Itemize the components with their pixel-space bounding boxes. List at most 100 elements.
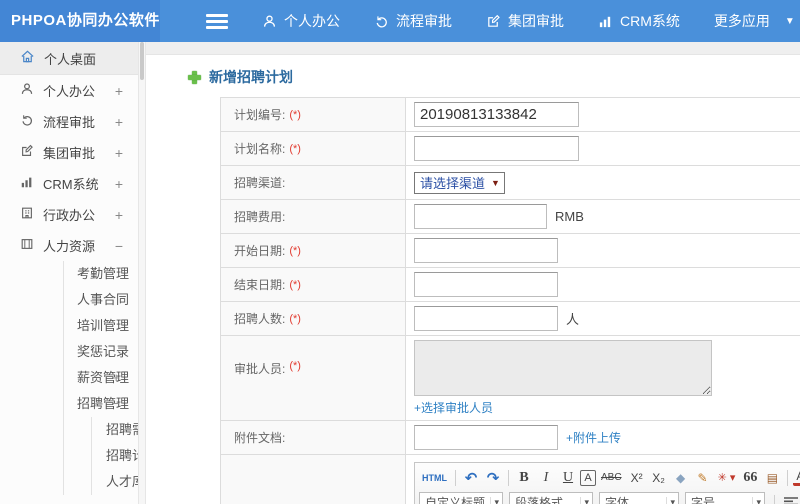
person-icon — [20, 82, 34, 99]
field-label: 附件文档: — [234, 431, 286, 445]
attachment-upload-link[interactable]: +附件上传 — [566, 429, 621, 446]
caret-down-icon: ▼ — [784, 15, 795, 27]
headcount-input[interactable] — [414, 306, 558, 331]
sidebar-item-talent-pool[interactable]: 人才库 — [92, 469, 145, 495]
font-size-select[interactable]: 字号 ▾ — [685, 492, 765, 504]
redo-icon[interactable]: ↷ — [483, 468, 503, 488]
toolbar-separator — [787, 469, 789, 486]
form-row-headcount: 招聘人数: (*) 人 — [221, 302, 800, 336]
subscript-button[interactable]: X₂ — [649, 468, 669, 488]
select-approvers-link[interactable]: +选择审批人员 — [414, 399, 493, 416]
sidebar-item-rewards[interactable]: 奖惩记录 — [64, 339, 138, 365]
end-date-input[interactable] — [414, 272, 558, 297]
italic-button[interactable]: I — [536, 468, 556, 488]
caret-down-icon: ▾ — [752, 497, 761, 504]
sidebar-item-admin-office[interactable]: 行政办公 + — [0, 199, 138, 230]
workflow-icon — [374, 14, 389, 29]
required-marker: (*) — [289, 312, 301, 325]
toolbar-separator — [508, 469, 509, 486]
editor-toolbar: HTML ↶ ↷ B I U A ABC X² X₂ ◆ ✎ ✳ ▾ 66 ▤ … — [415, 463, 800, 504]
sidebar-item-recruit-plan[interactable]: 招聘计划 — [92, 443, 158, 469]
plan-code-input[interactable] — [414, 102, 579, 127]
fee-input[interactable] — [414, 204, 547, 229]
sidebar-item-personal-office[interactable]: 个人办公 + — [0, 75, 138, 106]
underline-button[interactable]: U — [558, 468, 578, 488]
caret-down-icon: ▾ — [490, 497, 499, 504]
field-label: 结束日期: — [234, 278, 286, 292]
channel-select[interactable]: 请选择渠道 ▼ — [414, 171, 505, 194]
expand-icon[interactable]: + — [112, 365, 120, 391]
caret-down-icon: ▾ — [666, 497, 675, 504]
sidebar-item-crm[interactable]: CRM系统 + — [0, 168, 138, 199]
expand-icon[interactable]: + — [115, 83, 123, 99]
font-color-button[interactable]: A ▾ — [793, 469, 800, 486]
sidebar-item-recruitment[interactable]: 招聘管理 − — [64, 391, 138, 417]
html-source-button[interactable]: HTML — [419, 468, 450, 488]
required-marker: (*) — [289, 360, 301, 372]
superscript-button[interactable]: X² — [627, 468, 647, 488]
top-menu-group-approval[interactable]: 集团审批 — [486, 11, 564, 31]
sidebar-item-personal-desktop[interactable]: 个人桌面 — [0, 42, 138, 75]
sidebar-item-attendance[interactable]: 考勤管理 — [64, 261, 138, 287]
expand-icon[interactable]: + — [115, 176, 123, 192]
main-content: 新增招聘计划 计划编号: (*) 计划名称: (*) — [146, 42, 800, 504]
field-label: 招聘渠道: — [234, 176, 286, 190]
headcount-unit: 人 — [566, 312, 580, 327]
strikethrough-button[interactable]: ABC — [598, 468, 625, 488]
top-menu-more-apps[interactable]: 更多应用 ▼ — [714, 11, 795, 31]
bold-button[interactable]: B — [514, 468, 534, 488]
align-left-icon[interactable] — [780, 493, 800, 504]
workflow-icon — [20, 113, 34, 130]
form-row-editor: HTML ↶ ↷ B I U A ABC X² X₂ ◆ ✎ ✳ ▾ 66 ▤ … — [221, 455, 800, 504]
field-label: 审批人员: — [234, 362, 286, 376]
scrollbar-thumb[interactable] — [140, 42, 144, 80]
sidebar: 个人桌面 个人办公 + 流程审批 + 集团审批 + CRM系统 + 行政办公 + — [0, 42, 158, 504]
edit-icon — [20, 144, 34, 161]
paste-text-icon[interactable]: ▤ — [762, 468, 782, 488]
sidebar-item-group-approval[interactable]: 集团审批 + — [0, 137, 138, 168]
top-menu-personal-office[interactable]: 个人办公 — [262, 11, 340, 31]
start-date-input[interactable] — [414, 238, 558, 263]
approvers-textarea[interactable] — [414, 340, 712, 396]
bar-chart-icon — [20, 175, 34, 192]
top-menu-crm[interactable]: CRM系统 — [598, 11, 680, 31]
expand-icon[interactable]: + — [115, 145, 123, 161]
auto-typeset-icon[interactable]: ✳ ▾ — [715, 468, 739, 488]
plan-name-input[interactable] — [414, 136, 579, 161]
font-family-select[interactable]: 字体 ▾ — [599, 492, 679, 504]
collapse-icon[interactable]: − — [115, 238, 123, 254]
hamburger-menu-icon[interactable] — [206, 13, 228, 29]
field-label: 计划名称: — [234, 142, 286, 156]
expand-icon[interactable]: + — [115, 114, 123, 130]
recruitment-submenu: 招聘需求 招聘计划 人才库 — [91, 417, 158, 495]
format-brush-icon[interactable]: ✎ — [693, 468, 713, 488]
sidebar-item-hr[interactable]: 人力资源 − — [0, 230, 138, 261]
required-marker: (*) — [289, 142, 301, 155]
paragraph-format-select[interactable]: 段落格式 ▾ — [509, 492, 593, 504]
undo-icon[interactable]: ↶ — [461, 468, 481, 488]
home-icon — [20, 49, 35, 67]
expand-icon[interactable]: + — [115, 207, 123, 223]
collapse-icon[interactable]: − — [112, 391, 120, 417]
field-label: 开始日期: — [234, 244, 286, 258]
sidebar-item-workflow-approval[interactable]: 流程审批 + — [0, 106, 138, 137]
border-text-button[interactable]: A — [580, 469, 596, 486]
top-navigation-bar: PHPOA协同办公软件 个人办公 流程审批 集团审批 CRM系统 更多应用 ▼ — [0, 0, 800, 42]
sidebar-scrollbar[interactable] — [138, 42, 146, 504]
eraser-icon[interactable]: ◆ — [671, 468, 691, 488]
sidebar-item-salary[interactable]: 薪资管理 + — [64, 365, 138, 391]
sidebar-item-training[interactable]: 培训管理 — [64, 313, 138, 339]
page-title: 新增招聘计划 — [146, 55, 800, 97]
required-marker: (*) — [289, 244, 301, 257]
form-row-plan-name: 计划名称: (*) — [221, 132, 800, 166]
form-row-plan-code: 计划编号: (*) — [221, 98, 800, 132]
blockquote-button[interactable]: 66 — [740, 468, 760, 488]
custom-title-select[interactable]: 自定义标题 ▾ — [419, 492, 503, 504]
attachment-input[interactable] — [414, 425, 558, 450]
top-menu-workflow-approval[interactable]: 流程审批 — [374, 11, 452, 31]
sidebar-item-hr-contract[interactable]: 人事合同 — [64, 287, 138, 313]
book-icon — [20, 237, 34, 254]
field-label: 招聘人数: — [234, 312, 286, 326]
sidebar-item-recruit-demand[interactable]: 招聘需求 — [92, 417, 158, 443]
toolbar-separator — [774, 494, 775, 504]
